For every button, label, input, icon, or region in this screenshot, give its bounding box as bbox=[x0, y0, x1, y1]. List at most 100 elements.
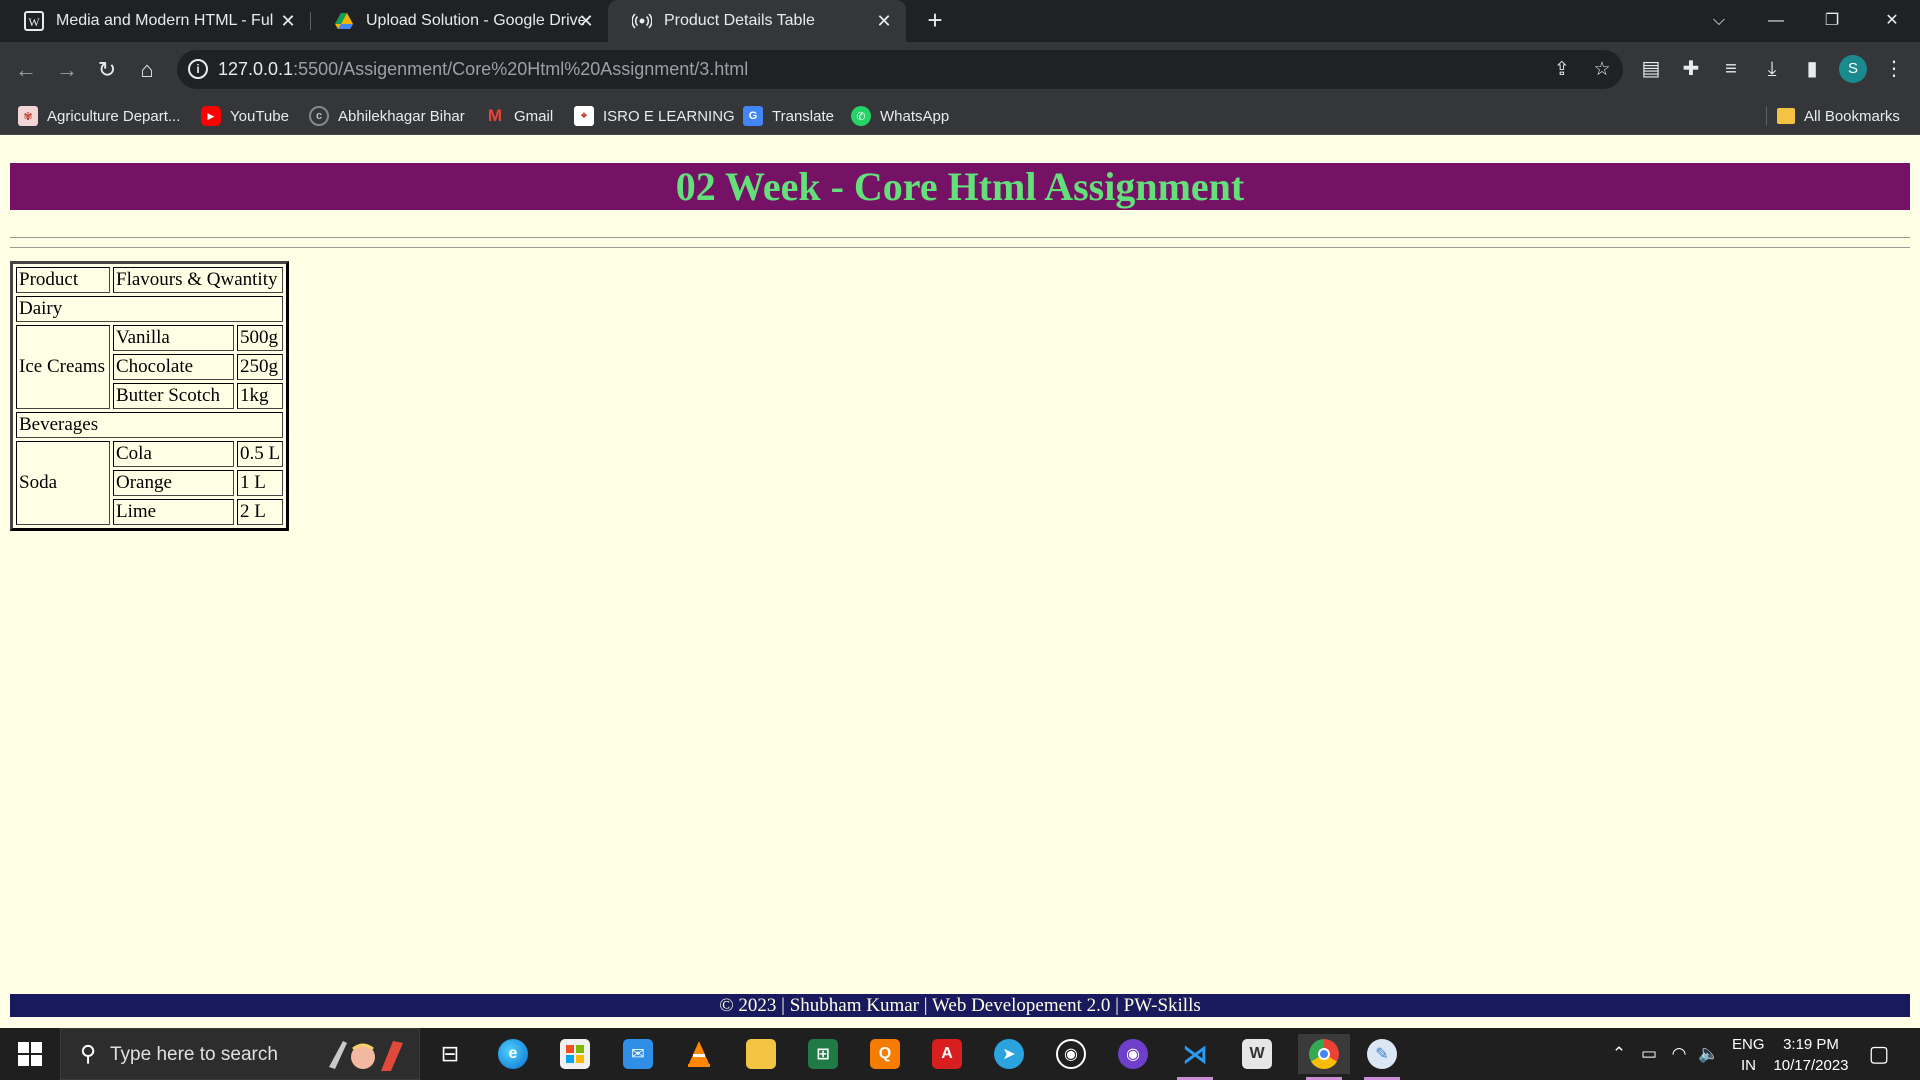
address-bar[interactable]: i 127.0.0.1:5500/Assigenment/Core%20Html… bbox=[177, 50, 1623, 89]
taskbar-wordpress-app[interactable]: W bbox=[1235, 1034, 1279, 1074]
taskbar-vscode[interactable]: ⋊ bbox=[1173, 1034, 1217, 1080]
bookmark-whatsapp[interactable]: ✆ WhatsApp bbox=[851, 97, 949, 135]
cast-icon[interactable]: ▤ bbox=[1637, 55, 1665, 83]
close-tab-icon[interactable]: ✕ bbox=[278, 11, 298, 31]
taskbar-edge[interactable]: e bbox=[491, 1034, 535, 1074]
reload-icon[interactable]: ↻ bbox=[91, 54, 123, 86]
flavour-cell: Orange bbox=[113, 470, 234, 496]
paint-palette-icon: ✎ bbox=[1367, 1039, 1397, 1069]
tab-media-modern-html[interactable]: W Media and Modern HTML - Full ✕ bbox=[0, 0, 310, 42]
tab-search-chevron-icon[interactable]: ⌵ bbox=[1699, 6, 1739, 36]
home-icon[interactable]: ⌂ bbox=[131, 54, 163, 86]
url-text[interactable]: 127.0.0.1:5500/Assigenment/Core%20Html%2… bbox=[218, 59, 748, 80]
taskbar-chrome[interactable] bbox=[1298, 1034, 1350, 1080]
bookmark-label: YouTube bbox=[230, 107, 289, 125]
flavour-cell: Cola bbox=[113, 441, 234, 467]
bookmark-star-icon[interactable]: ☆ bbox=[1590, 58, 1614, 82]
bookmark-gmail[interactable]: M Gmail bbox=[485, 97, 553, 135]
bookmark-isro[interactable]: ⌖ ISRO E LEARNING bbox=[574, 97, 735, 135]
vlc-icon bbox=[684, 1039, 714, 1069]
taskbar-mail[interactable]: ✉ bbox=[616, 1034, 660, 1074]
chevron-up-icon[interactable]: ⌃ bbox=[1608, 1043, 1630, 1065]
taskbar-github-desktop[interactable]: ◉ bbox=[1111, 1034, 1155, 1074]
taskbar-search-box[interactable]: ⚲ Type here to search bbox=[60, 1028, 420, 1080]
search-icon: ⚲ bbox=[79, 1041, 97, 1066]
gmail-icon: M bbox=[487, 106, 503, 125]
mail-icon: ✉ bbox=[623, 1039, 653, 1069]
minimize-button[interactable]: — bbox=[1756, 6, 1796, 36]
taskbar-paint-app[interactable]: ✎ bbox=[1360, 1034, 1404, 1080]
whatsapp-icon: ✆ bbox=[851, 106, 871, 126]
language-indicator[interactable]: ENG IN bbox=[1732, 1028, 1765, 1080]
taskbar-file-explorer[interactable] bbox=[739, 1034, 783, 1074]
bookmark-translate[interactable]: G Translate bbox=[743, 97, 834, 135]
translate-icon: G bbox=[743, 106, 763, 126]
volume-icon[interactable]: 🔈 bbox=[1698, 1043, 1720, 1065]
restore-button[interactable]: ❐ bbox=[1812, 6, 1852, 36]
folder-icon bbox=[746, 1039, 776, 1069]
taskbar-vlc[interactable] bbox=[677, 1034, 721, 1074]
category-cell: Dairy bbox=[16, 296, 284, 322]
bookmark-abhilekhagar[interactable]: c Abhilekhagar Bihar bbox=[309, 97, 465, 135]
taskbar-acrobat[interactable]: A bbox=[925, 1034, 969, 1074]
spreadsheet-icon: ⊞ bbox=[808, 1039, 838, 1069]
abhilekhagar-icon: c bbox=[309, 106, 329, 126]
media-queue-icon[interactable]: ≡ bbox=[1717, 55, 1745, 83]
github-desktop-icon: ◉ bbox=[1118, 1039, 1148, 1069]
browser-toolbar: ← → ↻ ⌂ i 127.0.0.1:5500/Assigenment/Cor… bbox=[0, 42, 1920, 97]
search-highlight-icon bbox=[329, 1041, 403, 1071]
extensions-puzzle-icon[interactable]: ✚ bbox=[1677, 55, 1705, 83]
bookmark-youtube[interactable]: ▶ YouTube bbox=[201, 97, 289, 135]
close-window-button[interactable]: ✕ bbox=[1872, 6, 1912, 36]
start-button[interactable] bbox=[0, 1028, 60, 1080]
google-drive-icon bbox=[334, 11, 354, 31]
bookmark-label: ISRO E LEARNING bbox=[603, 107, 735, 125]
taskbar-excel-app[interactable]: ⊞ bbox=[801, 1034, 845, 1074]
clock-time: 3:19 PM bbox=[1783, 1036, 1839, 1053]
quantity-cell: 0.5 L bbox=[237, 441, 284, 467]
profile-avatar[interactable]: S bbox=[1839, 55, 1867, 83]
tab-upload-solution[interactable]: Upload Solution - Google Drive ✕ bbox=[310, 0, 608, 42]
close-tab-icon[interactable]: ✕ bbox=[576, 11, 596, 31]
site-info-icon[interactable]: i bbox=[188, 59, 208, 79]
download-icon[interactable]: ⤓ bbox=[1758, 55, 1786, 83]
tab-title: Upload Solution - Google Drive bbox=[366, 12, 584, 29]
acrobat-icon: A bbox=[932, 1039, 962, 1069]
notifications-icon[interactable]: ▢ bbox=[1868, 1043, 1890, 1065]
quantity-cell: 500g bbox=[237, 325, 284, 351]
microsoft-store-icon bbox=[560, 1039, 590, 1069]
windows-logo-icon bbox=[18, 1042, 42, 1066]
horizontal-rule bbox=[10, 237, 1910, 238]
all-bookmarks-label: All Bookmarks bbox=[1804, 107, 1900, 125]
page-heading: 02 Week - Core Html Assignment bbox=[10, 163, 1910, 210]
taskbar-q-app[interactable]: Q bbox=[863, 1034, 907, 1074]
close-tab-icon[interactable]: ✕ bbox=[874, 11, 894, 31]
taskbar-store[interactable] bbox=[553, 1034, 597, 1074]
quantity-cell: 1kg bbox=[237, 383, 284, 409]
back-arrow-icon[interactable]: ← bbox=[10, 54, 42, 86]
bookmark-label: Abhilekhagar Bihar bbox=[338, 107, 465, 125]
region-code: IN bbox=[1741, 1057, 1756, 1074]
edge-icon: e bbox=[498, 1039, 528, 1069]
menu-kebab-icon[interactable]: ⋮ bbox=[1880, 55, 1908, 83]
product-cell: Soda bbox=[16, 441, 110, 525]
share-icon[interactable]: ⇪ bbox=[1550, 58, 1574, 82]
side-panel-icon[interactable]: ▮ bbox=[1798, 55, 1826, 83]
table-row: Ice Creams Vanilla 500g bbox=[16, 325, 284, 409]
battery-icon[interactable]: ▭ bbox=[1638, 1043, 1660, 1065]
tab-product-details[interactable]: Product Details Table ✕ bbox=[608, 0, 906, 42]
forward-arrow-icon[interactable]: → bbox=[51, 54, 83, 86]
taskbar-telegram[interactable]: ➤ bbox=[987, 1034, 1031, 1074]
clock[interactable]: 3:19 PM 10/17/2023 bbox=[1770, 1028, 1852, 1080]
all-bookmarks-folder[interactable]: All Bookmarks bbox=[1777, 97, 1900, 135]
svg-text:W: W bbox=[28, 15, 40, 29]
header-cell-flavours: Flavours & Qwantity bbox=[113, 267, 284, 293]
taskbar-github[interactable]: ◉ bbox=[1049, 1034, 1093, 1074]
browser-tab-bar: W Media and Modern HTML - Full ✕ Upload … bbox=[0, 0, 1920, 42]
task-view-button[interactable]: ⊟ bbox=[428, 1034, 472, 1074]
wifi-icon[interactable]: ◠ bbox=[1668, 1043, 1690, 1065]
bookmark-agriculture[interactable]: ✾ Agriculture Depart... bbox=[18, 97, 180, 135]
windows-taskbar: ⚲ Type here to search ⊟ e ✉ ⊞ Q A ➤ ◉ ◉ … bbox=[0, 1028, 1920, 1080]
task-view-icon: ⊟ bbox=[440, 1041, 460, 1066]
new-tab-button[interactable]: + bbox=[922, 7, 948, 34]
